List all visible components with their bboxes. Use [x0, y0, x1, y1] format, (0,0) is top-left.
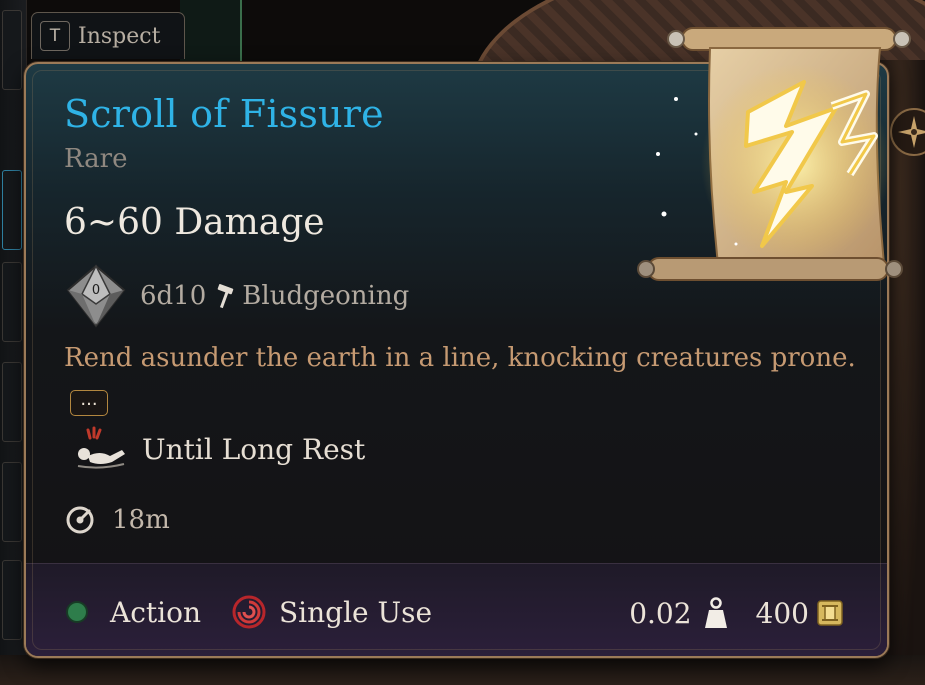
range-row: 18m	[64, 504, 170, 536]
inspect-label: Inspect	[78, 23, 161, 49]
item-value: 400	[755, 596, 809, 630]
damage-type: Bludgeoning	[242, 281, 410, 311]
damage-range: 6~60 Damage	[64, 202, 325, 243]
item-rarity: Rare	[64, 144, 128, 174]
background-floor	[0, 655, 925, 685]
inspect-tab[interactable]: T Inspect	[31, 12, 185, 59]
d10-die-icon: 0	[66, 264, 126, 328]
item-title: Scroll of Fissure	[64, 92, 384, 136]
damage-dice-row: 0 6d10 Bludgeoning	[64, 264, 409, 328]
hotbar-slot[interactable]	[2, 262, 22, 342]
scroll-lightning-icon	[637, 27, 911, 281]
hotbar-slot[interactable]	[2, 560, 22, 640]
usage-label: Single Use	[279, 595, 433, 629]
hotbar-slot[interactable]	[2, 170, 22, 250]
prone-icon[interactable]	[70, 426, 130, 472]
condition-duration: Until Long Rest	[142, 432, 366, 466]
action-dot-icon	[68, 603, 86, 621]
more-info-button[interactable]: ...	[70, 390, 108, 416]
range-icon	[66, 506, 94, 534]
background-panel	[180, 0, 242, 64]
die-face-label: 0	[92, 283, 100, 298]
damage-dice: 6d10	[140, 281, 207, 311]
footer-costs: Action Single Use	[68, 594, 432, 630]
condition-row: Until Long Rest	[70, 426, 365, 472]
gold-coin-icon	[817, 600, 843, 626]
hotbar-slot[interactable]	[2, 10, 22, 90]
single-use-swirl-icon	[232, 595, 266, 629]
bludgeoning-hammer-icon	[217, 284, 234, 309]
footer-stats: 0.02 400	[629, 596, 843, 630]
hotbar-left-edge	[0, 0, 27, 685]
hotbar-slot[interactable]	[2, 462, 22, 542]
item-description: Rend asunder the earth in a line, knocki…	[64, 343, 856, 373]
weight-icon	[704, 597, 727, 628]
hotbar-slot[interactable]	[2, 362, 22, 442]
range-value: 18m	[112, 505, 170, 535]
action-cost: Action	[110, 595, 201, 629]
game-screen: T Inspect Scroll of Fissure Rare 6~60 Da…	[0, 0, 925, 685]
item-weight: 0.02	[629, 596, 692, 630]
inspect-key-badge: T	[40, 21, 70, 51]
